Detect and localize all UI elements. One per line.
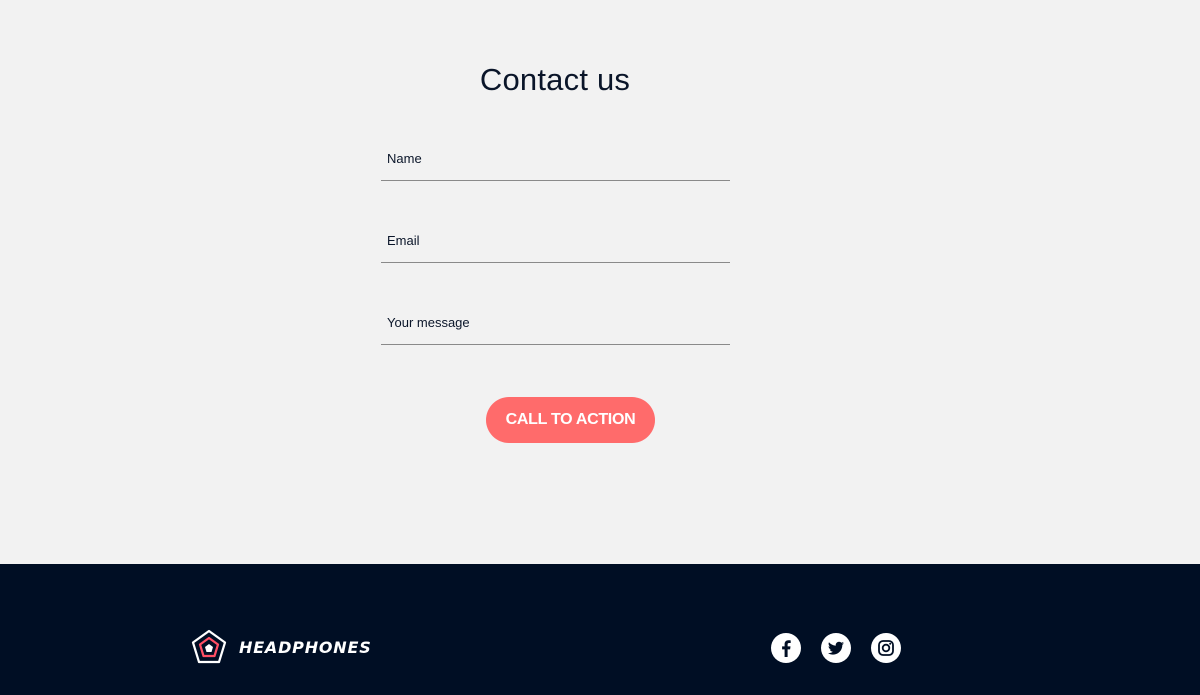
email-field[interactable]: Email [381, 222, 730, 263]
page-title: Contact us [479, 62, 631, 97]
brand-name: HEADPHONES [239, 637, 372, 657]
social-links [771, 633, 901, 663]
facebook-icon[interactable] [771, 633, 801, 663]
instagram-icon[interactable] [871, 633, 901, 663]
twitter-icon[interactable] [821, 633, 851, 663]
pentagon-logo-icon [191, 629, 227, 665]
footer: HEADPHONES [0, 564, 1200, 695]
call-to-action-button[interactable]: CALL TO ACTION [486, 397, 655, 443]
message-input[interactable] [381, 304, 730, 344]
name-input[interactable] [381, 140, 730, 180]
contact-section: Contact us Name Email Your message CALL … [0, 0, 1200, 564]
message-field[interactable]: Your message [381, 304, 730, 345]
name-field[interactable]: Name [381, 140, 730, 181]
email-input[interactable] [381, 222, 730, 262]
brand[interactable]: HEADPHONES [191, 629, 372, 665]
